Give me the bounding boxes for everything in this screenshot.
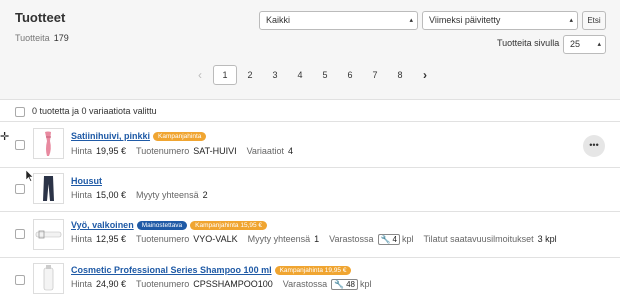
- next-page-chevron-icon[interactable]: ›: [413, 65, 437, 85]
- product-name-wrap: Satiinihuivi, pinkki Kampanjahinta: [71, 131, 207, 141]
- pagination: ‹ 1 2 3 4 5 6 7 8 ›: [188, 65, 438, 85]
- campaign-badge: Kampanjahinta: [153, 132, 207, 141]
- product-checkbox[interactable]: [15, 140, 25, 150]
- page-link-2[interactable]: 2: [238, 65, 262, 85]
- wrench-icon: 🔧: [380, 235, 391, 244]
- search-button[interactable]: Etsi: [582, 11, 606, 30]
- sku-label: Tuotenumero: [136, 279, 190, 289]
- sku-value: CPSSHAMPOO100: [193, 279, 273, 289]
- product-row: Cosmetic Professional Series Shampoo 100…: [0, 258, 620, 300]
- stock-label: Varastossa: [329, 234, 374, 244]
- ordered-label: Tilatut saatavuusilmoitukset: [423, 234, 534, 244]
- product-thumbnail-belt[interactable]: [33, 219, 64, 250]
- product-count: Tuotteita 179: [15, 33, 69, 43]
- product-row: Housut Hinta 15,00 € Myyty yhteensä 2: [0, 168, 620, 212]
- product-checkbox[interactable]: [15, 184, 25, 194]
- featured-badge: Mainostettava: [136, 221, 188, 230]
- campaign-badge: Kampanjahinta 15,95 €: [190, 221, 268, 230]
- page-link-8[interactable]: 8: [388, 65, 412, 85]
- page-link-6[interactable]: 6: [338, 65, 362, 85]
- product-name-link[interactable]: Cosmetic Professional Series Shampoo 100…: [71, 265, 272, 275]
- wrench-icon: 🔧: [334, 280, 345, 289]
- updown-arrows-icon: ▴: [597, 41, 601, 48]
- sku-label: Tuotenumero: [136, 146, 190, 156]
- stock-value: 48: [346, 280, 356, 289]
- price-value: 19,95 €: [96, 146, 127, 156]
- sold-label: Myyty yhteensä: [136, 190, 199, 200]
- product-name-link[interactable]: Housut: [71, 176, 102, 186]
- sold-label: Myyty yhteensä: [247, 234, 311, 244]
- sort-select[interactable]: Viimeksi päivitetty ▴: [422, 11, 578, 30]
- product-thumbnail-pants[interactable]: [33, 173, 64, 204]
- page-link-1[interactable]: 1: [213, 65, 237, 85]
- sku-value: SAT-HUIVI: [193, 146, 237, 156]
- price-value: 24,90 €: [96, 279, 127, 289]
- selection-status: 0 tuotetta ja 0 variaatiota valittu: [32, 106, 157, 116]
- mouse-cursor-icon: [26, 170, 34, 182]
- stock-value: 4: [392, 235, 397, 244]
- price-label: Hinta: [71, 234, 93, 244]
- selection-row: 0 tuotetta ja 0 variaatiota valittu: [0, 100, 620, 122]
- page-link-5[interactable]: 5: [313, 65, 337, 85]
- price-label: Hinta: [71, 190, 93, 200]
- price-value: 12,95 €: [96, 234, 127, 244]
- product-meta: Hinta 24,90 € Tuotenumero CPSSHAMPOO100 Vara…: [71, 279, 372, 290]
- filter-select[interactable]: Kaikki ▴: [259, 11, 418, 30]
- campaign-badge: Kampanjahinta 19,95 €: [274, 266, 352, 275]
- prev-page-chevron-icon: ‹: [198, 68, 202, 82]
- price-label: Hinta: [71, 279, 93, 289]
- product-thumbnail-shampoo[interactable]: [33, 263, 64, 294]
- product-meta: Hinta 19,95 € Tuotenumero SAT-HUIVI Variaati…: [71, 146, 303, 156]
- sku-value: VYO-VALK: [193, 234, 238, 244]
- product-name-wrap: Vyö, valkoinen Mainostettava Kampanjahinta…: [71, 220, 268, 230]
- product-name-link[interactable]: Satiinihuivi, pinkki: [71, 131, 150, 141]
- variants-label: Variaatiot: [246, 146, 284, 156]
- stock-unit: kpl: [401, 234, 414, 244]
- product-count-label: Tuotteita: [15, 33, 50, 43]
- product-row: Satiinihuivi, pinkki Kampanjahinta Hinta 1…: [0, 122, 620, 168]
- variants-value: 4: [287, 146, 293, 156]
- product-row: Vyö, valkoinen Mainostettava Kampanjahinta…: [0, 212, 620, 258]
- product-meta: Hinta 15,00 € Myyty yhteensä 2: [71, 190, 218, 200]
- stock-edit-box[interactable]: 🔧 4: [377, 234, 400, 245]
- price-label: Hinta: [71, 146, 93, 156]
- ordered-value: 3 kpl: [537, 234, 557, 244]
- page-title: Tuotteet: [15, 10, 66, 25]
- sku-label: Tuotenumero: [136, 234, 190, 244]
- page-link-7[interactable]: 7: [363, 65, 387, 85]
- product-meta: Hinta 12,95 € Tuotenumero VYO-VALK Myyty yht…: [71, 234, 567, 245]
- more-options-icon[interactable]: •••: [583, 135, 605, 157]
- products-header: Tuotteet Tuotteita 179 Kaikki ▴ Viimeksi …: [0, 0, 620, 100]
- product-checkbox[interactable]: [15, 229, 25, 239]
- updown-arrows-icon: ▴: [569, 17, 573, 24]
- perpage-select[interactable]: 25 ▴: [563, 35, 606, 54]
- product-name-wrap: Housut: [71, 176, 102, 186]
- price-value: 15,00 €: [96, 190, 127, 200]
- filter-select-value: Kaikki: [266, 15, 291, 25]
- product-name-link[interactable]: Vyö, valkoinen: [71, 220, 134, 230]
- product-checkbox[interactable]: [15, 275, 25, 285]
- page-link-4[interactable]: 4: [288, 65, 312, 85]
- page-link-3[interactable]: 3: [263, 65, 287, 85]
- sold-value: 1: [314, 234, 320, 244]
- select-all-checkbox[interactable]: [15, 107, 25, 117]
- sort-select-value: Viimeksi päivitetty: [429, 15, 501, 25]
- product-thumbnail-scarf[interactable]: [33, 128, 64, 159]
- stock-unit: kpl: [360, 279, 372, 289]
- perpage-label: Tuotteita sivulla: [497, 38, 560, 48]
- stock-label: Varastossa: [282, 279, 328, 289]
- product-name-wrap: Cosmetic Professional Series Shampoo 100…: [71, 265, 352, 275]
- stock-edit-box[interactable]: 🔧 48: [331, 279, 359, 290]
- sold-value: 2: [202, 190, 208, 200]
- updown-arrows-icon: ▴: [409, 17, 413, 24]
- perpage-select-value: 25: [570, 39, 581, 49]
- product-count-value: 179: [53, 33, 69, 43]
